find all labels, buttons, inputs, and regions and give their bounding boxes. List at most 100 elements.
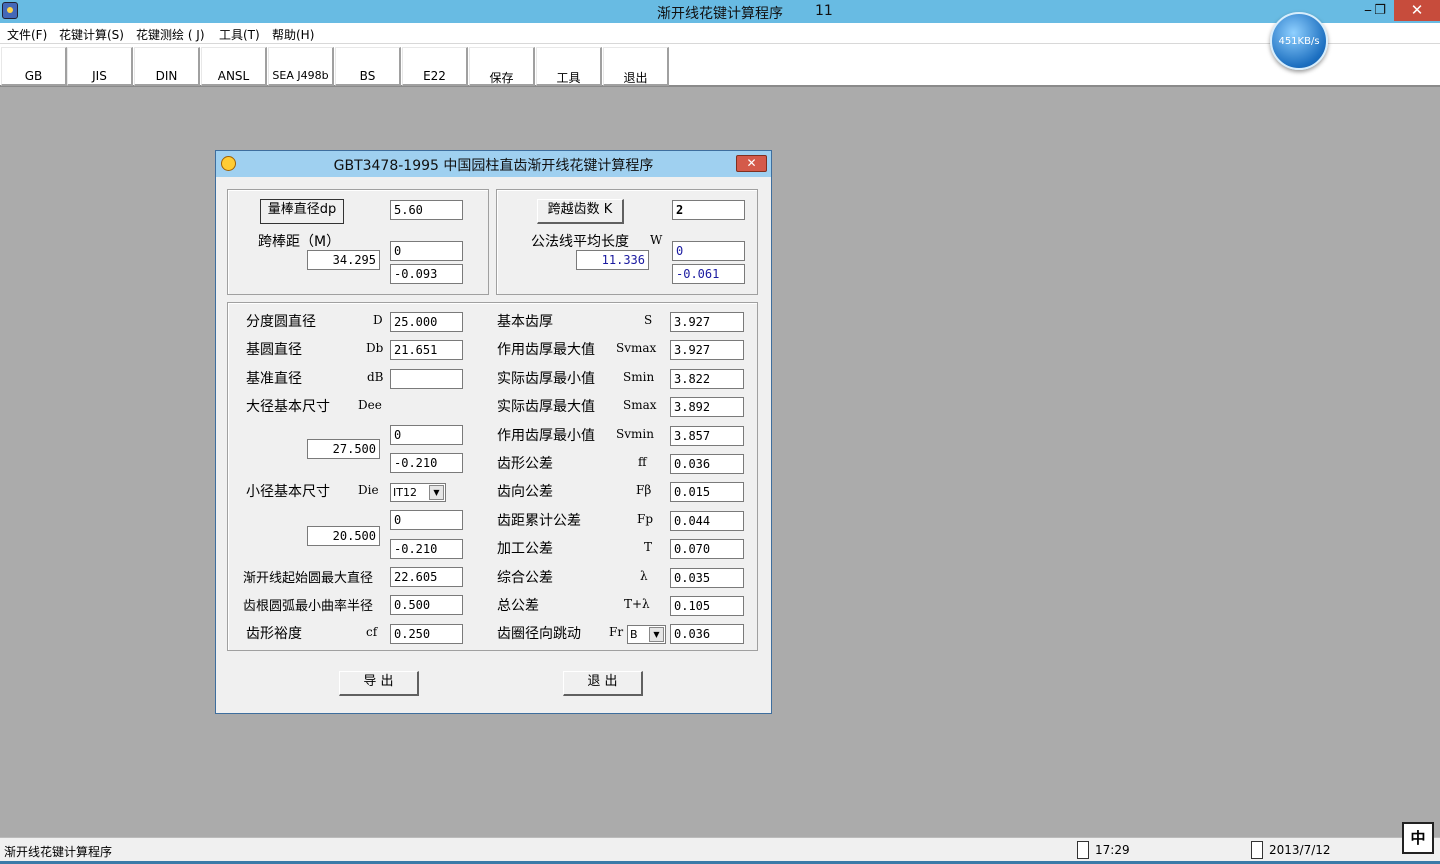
menu-spline-calc[interactable]: 花键计算(S)	[59, 26, 124, 43]
status-time: 17:29	[1095, 843, 1130, 857]
exit-button[interactable]: 退 出	[563, 671, 643, 696]
tolerance-symbol-3: Smax	[623, 398, 657, 412]
span-teeth-button[interactable]: 跨越齿数 K	[537, 199, 624, 224]
runout-grade-select[interactable]: B ▼	[627, 625, 666, 644]
tolerance-symbol-7: Fp	[637, 512, 654, 526]
menu-tools[interactable]: 工具(T)	[219, 26, 260, 43]
over-pins-upper-field[interactable]: 0	[390, 241, 463, 261]
pitch-diameter-field[interactable]: 25.000	[390, 312, 463, 332]
pin-diameter-field[interactable]: 5.60	[390, 200, 463, 220]
major-diameter-field[interactable]: 27.500	[307, 439, 380, 459]
tolerance-symbol-1: Svmax	[616, 341, 657, 355]
tolerance-field-3[interactable]: 3.892	[670, 397, 744, 417]
minor-diameter-upper-field[interactable]: 0	[390, 510, 463, 530]
form-clearance-field[interactable]: 0.250	[390, 624, 463, 644]
tolerance-symbol-9: λ	[640, 569, 648, 583]
chevron-down-icon[interactable]: ▼	[649, 627, 664, 642]
status-text: 渐开线花键计算程序	[4, 845, 113, 859]
tolerance-label-4: 作用齿厚最小值	[497, 428, 595, 444]
minor-diameter-lower-field[interactable]: -0.210	[390, 539, 463, 559]
reference-diameter-label: 基准直径	[246, 371, 302, 387]
base-diameter-symbol: Db	[366, 341, 384, 355]
span-length-upper-field[interactable]: 0	[672, 241, 745, 261]
over-pins-value-field[interactable]: 34.295	[307, 250, 380, 270]
pin-diameter-button[interactable]: 量棒直径dp	[260, 199, 344, 224]
span-length-value-field[interactable]: 11.336	[576, 250, 649, 270]
tolerance-symbol-6: Fβ	[636, 483, 652, 497]
minor-diameter-symbol: Die	[358, 483, 379, 497]
toolbar-din-button[interactable]: DIN	[134, 47, 200, 86]
tolerance-label-8: 加工公差	[497, 541, 553, 557]
over-pins-lower-field[interactable]: -0.093	[390, 264, 463, 284]
toolbar-gb-button[interactable]: GB	[1, 47, 67, 86]
menu-spline-measure[interactable]: 花键测绘 ( J)	[136, 26, 205, 43]
minor-diameter-grade-select[interactable]: IT12 ▼	[390, 483, 446, 502]
tolerance-symbol-11: Fr	[609, 625, 624, 639]
base-diameter-field[interactable]: 21.651	[390, 340, 463, 360]
span-teeth-field[interactable]: 2	[672, 200, 745, 220]
dialog-close-button[interactable]: ✕	[736, 155, 767, 172]
runout-grade-value: B	[630, 628, 638, 641]
toolbar-exit-button[interactable]: 退出	[603, 47, 669, 86]
pitch-diameter-symbol: D	[373, 313, 383, 327]
tolerance-label-11: 齿圈径向跳动	[497, 626, 581, 642]
tolerance-field-9[interactable]: 0.035	[670, 568, 744, 588]
network-speed-widget[interactable]: 451KB/s	[1270, 12, 1328, 70]
window-title: 渐开线花键计算程序	[657, 6, 783, 22]
tolerance-field-5[interactable]: 0.036	[670, 454, 744, 474]
tolerance-field-0[interactable]: 3.927	[670, 312, 744, 332]
window-title-number: 11	[815, 3, 833, 19]
toolbar-tools-button[interactable]: 工具	[536, 47, 602, 86]
tolerance-field-6[interactable]: 0.015	[670, 482, 744, 502]
export-button[interactable]: 导 出	[339, 671, 419, 696]
calc-dialog: GBT3478-1995 中国园柱直齿渐开线花键计算程序 ✕ 量棒直径dp 5.…	[215, 150, 772, 714]
dialog-title-bar: GBT3478-1995 中国园柱直齿渐开线花键计算程序 ✕	[216, 151, 771, 177]
ime-indicator[interactable]: 中	[1402, 822, 1434, 854]
tolerance-field-7[interactable]: 0.044	[670, 511, 744, 531]
toolbar-bs-button[interactable]: BS	[335, 47, 401, 86]
tolerance-symbol-0: S	[644, 313, 653, 327]
minor-grade-value: IT12	[393, 486, 417, 499]
tolerance-field-2[interactable]: 3.822	[670, 369, 744, 389]
form-diameter-field[interactable]: 22.605	[390, 567, 463, 587]
measure-over-pins-group: 量棒直径dp 5.60 跨棒距（M） 0 34.295 -0.093	[227, 189, 489, 295]
root-radius-field[interactable]: 0.500	[390, 595, 463, 615]
over-pins-label: 跨棒距（M）	[258, 234, 341, 250]
tolerance-symbol-4: Svmin	[616, 427, 654, 441]
menu-help[interactable]: 帮助(H)	[272, 26, 314, 43]
tolerance-field-10[interactable]: 0.105	[670, 596, 744, 616]
window-title-bar: 渐开线花键计算程序 11 ⎯ ❐ ✕	[0, 0, 1440, 23]
tolerance-field-4[interactable]: 3.857	[670, 426, 744, 446]
tolerance-label-7: 齿距累计公差	[497, 513, 581, 529]
dialog-title: GBT3478-1995 中国园柱直齿渐开线花键计算程序	[333, 158, 654, 174]
tolerance-field-8[interactable]: 0.070	[670, 539, 744, 559]
toolbar-jis-button[interactable]: JIS	[67, 47, 133, 86]
major-diameter-label: 大径基本尺寸	[246, 399, 330, 415]
tolerance-label-2: 实际齿厚最小值	[497, 371, 595, 387]
chevron-down-icon[interactable]: ▼	[429, 485, 444, 500]
minor-diameter-label: 小径基本尺寸	[246, 484, 330, 500]
minor-diameter-field[interactable]: 20.500	[307, 526, 380, 546]
toolbar-e22-button[interactable]: E22	[402, 47, 468, 86]
tolerance-label-10: 总公差	[497, 598, 539, 614]
tolerance-label-1: 作用齿厚最大值	[497, 342, 595, 358]
tolerance-field-1[interactable]: 3.927	[670, 340, 744, 360]
span-measure-group: 跨越齿数 K 2 公法线平均长度 W 0 11.336 -0.061	[496, 189, 758, 295]
tolerance-symbol-2: Smin	[623, 370, 655, 384]
tolerance-symbol-10: T+λ	[624, 597, 650, 611]
tolerance-field-11[interactable]: 0.036	[670, 624, 744, 644]
span-length-lower-field[interactable]: -0.061	[672, 264, 745, 284]
restore-button[interactable]: ❐	[1366, 1, 1394, 21]
reference-diameter-field[interactable]	[390, 369, 463, 389]
toolbar-save-button[interactable]: 保存	[469, 47, 535, 86]
close-button[interactable]: ✕	[1394, 0, 1440, 21]
toolbar-ansl-button[interactable]: ANSL	[201, 47, 267, 86]
major-diameter-upper-field[interactable]: 0	[390, 425, 463, 445]
reference-diameter-symbol: dB	[367, 370, 384, 384]
toolbar-sea-button[interactable]: SEA J498b	[268, 47, 334, 86]
major-diameter-lower-field[interactable]: -0.210	[390, 453, 463, 473]
root-radius-label: 齿根圆弧最小曲率半径	[243, 599, 374, 614]
tolerance-label-0: 基本齿厚	[497, 314, 553, 330]
status-bar: 渐开线花键计算程序 17:29 2013/7/12	[0, 837, 1440, 861]
menu-file[interactable]: 文件(F)	[7, 26, 47, 43]
